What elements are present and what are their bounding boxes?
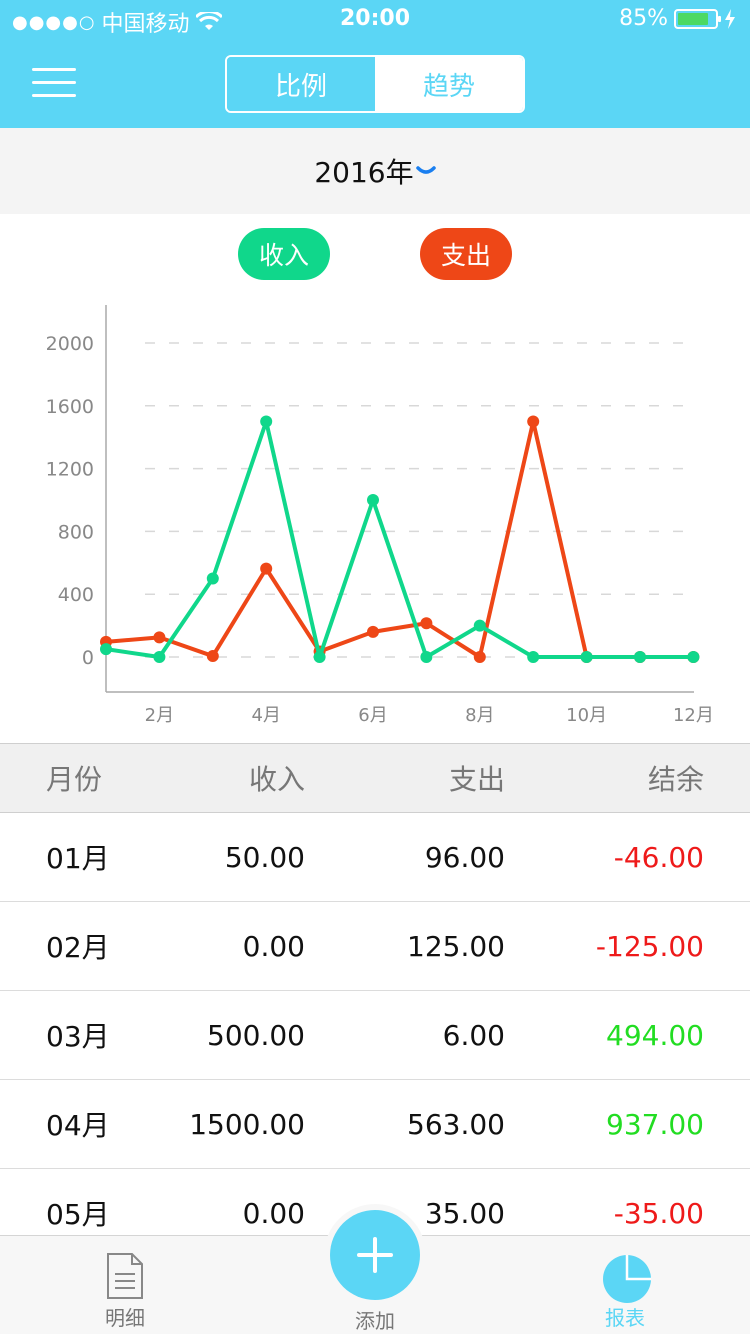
cell-balance: 494.00 [606, 1018, 704, 1052]
cell-income: 0.00 [242, 929, 305, 963]
cell-income: 1500.00 [189, 1107, 305, 1141]
table-row[interactable]: 04月 1500.00 563.00 937.00 [0, 1080, 750, 1169]
data-point-expense [420, 617, 433, 630]
data-point-income [580, 651, 593, 663]
x-tick-label: 12月 [673, 705, 714, 726]
y-tick-label: 800 [58, 521, 94, 543]
data-point-income [687, 651, 700, 663]
pie-chart-icon [603, 1255, 651, 1303]
data-point-expense [473, 651, 486, 663]
segment-trend[interactable]: 趋势 [375, 57, 523, 111]
data-point-income [367, 494, 379, 506]
x-tick-label: 4月 [251, 705, 280, 726]
add-button[interactable] [330, 1210, 420, 1300]
tab-details-label: 明细 [105, 1306, 145, 1330]
cell-month: 04月 [46, 1109, 110, 1142]
x-tick-label: 2月 [145, 705, 174, 726]
data-point-income [473, 619, 486, 632]
battery-icon [674, 8, 721, 29]
cell-month: 02月 [46, 931, 110, 964]
cell-expense: 35.00 [424, 1196, 505, 1230]
table-row[interactable]: 01月 50.00 96.00 -46.00 [0, 813, 750, 902]
nav-bar: 比例 趋势 [0, 40, 750, 128]
legend-income-toggle[interactable]: 收入 [238, 228, 330, 280]
menu-button[interactable] [32, 68, 76, 100]
add-label: 添加 [355, 1309, 395, 1333]
cell-income: 0.00 [242, 1196, 305, 1230]
view-segmented-control: 比例 趋势 [225, 55, 525, 113]
cell-balance: -35.00 [613, 1196, 704, 1230]
table-row[interactable]: 02月 0.00 125.00 -125.00 [0, 902, 750, 991]
data-point-expense [527, 415, 540, 428]
year-bar: 2016年 [0, 128, 750, 214]
charging-bolt-icon [725, 8, 735, 29]
data-point-income [634, 651, 646, 663]
cell-income: 50.00 [224, 840, 305, 874]
battery-percent: 85% [619, 6, 668, 31]
cell-month: 01月 [46, 842, 110, 875]
data-point-income [313, 651, 326, 663]
data-point-income [206, 572, 219, 585]
table-row[interactable]: 03月 500.00 6.00 494.00 [0, 991, 750, 1080]
tab-details[interactable]: 明细 [60, 1236, 190, 1335]
monthly-table: 01月 50.00 96.00 -46.00 02月 0.00 125.00 -… [0, 813, 750, 1235]
data-point-expense [260, 562, 273, 575]
cell-balance: -125.00 [595, 929, 704, 963]
status-bar: ●●●●○ 中国移动 20:00 85% [0, 0, 750, 40]
trend-line-chart: 0 400 800 1200 1600 2000 2月 4月 6月 8月 10月 12月 [46, 305, 714, 726]
segment-ratio[interactable]: 比例 [227, 57, 375, 111]
year-selector[interactable]: 2016年 [314, 151, 436, 191]
cell-month: 03月 [46, 1020, 110, 1053]
data-point-income [153, 651, 166, 663]
header-balance: 结余 [647, 763, 704, 796]
table-header: 月份 收入 支出 结余 [0, 743, 750, 813]
tab-report-label: 报表 [605, 1306, 645, 1330]
tab-report[interactable]: 报表 [560, 1236, 690, 1335]
data-point-income [260, 415, 273, 428]
data-point-income [100, 643, 112, 656]
cell-expense: 6.00 [442, 1018, 505, 1052]
data-point-income [527, 651, 540, 663]
cell-income: 500.00 [207, 1018, 305, 1052]
status-right: 85% [619, 6, 736, 31]
series-line-income [105, 419, 694, 659]
cell-expense: 96.00 [424, 840, 505, 874]
data-point-expense [367, 625, 379, 638]
header-month: 月份 [46, 763, 103, 796]
x-tick-label: 6月 [358, 705, 387, 726]
hamburger-icon [32, 68, 76, 71]
x-tick-label: 8月 [465, 705, 494, 726]
header-expense: 支出 [448, 763, 505, 796]
cell-balance: 937.00 [606, 1107, 704, 1141]
data-point-income [420, 651, 433, 663]
data-point-expense [153, 631, 166, 644]
header-income: 收入 [248, 763, 305, 796]
document-icon [107, 1253, 143, 1299]
y-tick-label: 0 [82, 647, 94, 669]
year-label: 2016年 [314, 156, 414, 189]
y-tick-label: 400 [58, 584, 94, 606]
x-tick-label: 10月 [566, 705, 607, 726]
data-point-expense [206, 650, 219, 663]
series-line-expense [105, 419, 694, 659]
y-tick-label: 2000 [46, 333, 94, 355]
chevron-down-icon [415, 166, 436, 174]
cell-month: 05月 [46, 1198, 110, 1231]
cell-balance: -46.00 [613, 840, 704, 874]
y-tick-label: 1600 [46, 396, 94, 418]
legend-expense-toggle[interactable]: 支出 [420, 228, 512, 280]
cell-expense: 125.00 [407, 929, 505, 963]
y-tick-label: 1200 [46, 459, 94, 481]
cell-expense: 563.00 [407, 1107, 505, 1141]
